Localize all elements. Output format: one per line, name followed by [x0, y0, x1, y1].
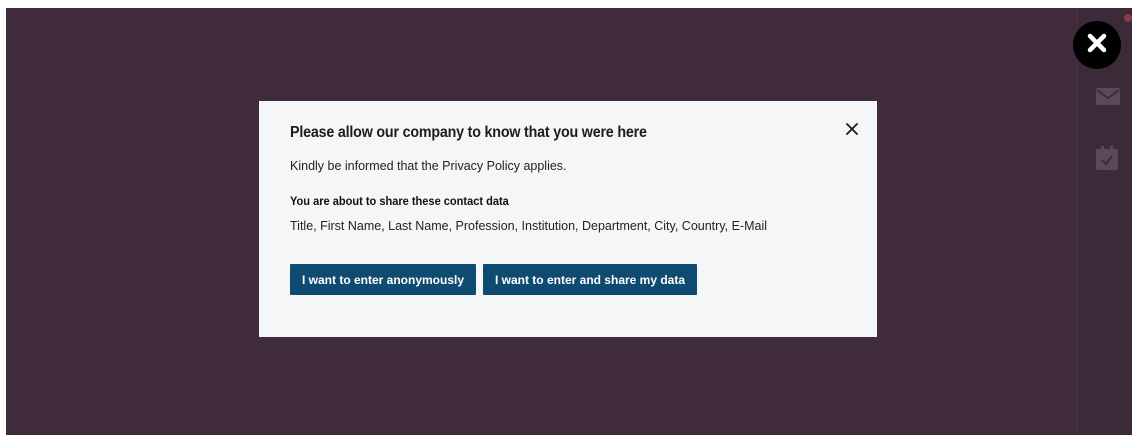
close-icon	[1086, 32, 1108, 59]
privacy-notice: Kindly be informed that the Privacy Poli…	[290, 159, 567, 173]
enter-and-share-button[interactable]: I want to enter and share my data	[483, 264, 697, 295]
enter-anonymously-button[interactable]: I want to enter anonymously	[290, 264, 476, 295]
overlay-close-button[interactable]	[1073, 21, 1121, 69]
close-icon	[846, 123, 858, 135]
consent-dialog: Please allow our company to know that yo…	[259, 101, 877, 337]
dialog-title: Please allow our company to know that yo…	[290, 124, 647, 141]
contact-data-heading: You are about to share these contact dat…	[290, 194, 509, 208]
dialog-actions: I want to enter anonymously I want to en…	[290, 264, 846, 295]
right-sidebar	[1077, 8, 1132, 435]
mail-icon[interactable]	[1096, 86, 1120, 110]
notification-dot	[1124, 14, 1132, 22]
contact-data-fields: Title, First Name, Last Name, Profession…	[290, 219, 768, 233]
dialog-close-button[interactable]	[845, 122, 859, 136]
calendar-check-icon[interactable]	[1096, 146, 1120, 170]
